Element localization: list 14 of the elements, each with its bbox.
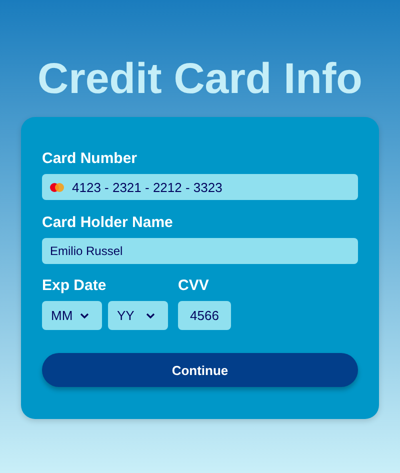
field-label: CVV <box>178 277 209 294</box>
card-brand-icon <box>50 182 64 192</box>
date-dropdown[interactable]: YY <box>108 301 168 330</box>
card-holder-field[interactable]: Emilio Russel <box>42 238 358 264</box>
field-label: Card Holder Name <box>42 214 173 231</box>
card-number-field[interactable]: 4123 - 2321 - 2212 - 3323 <box>42 174 358 200</box>
continue-button[interactable]: Continue <box>42 353 358 387</box>
field-label: Exp Date <box>42 277 106 294</box>
page-title: Credit Card Info <box>36 58 364 101</box>
chevron-down-icon <box>80 312 89 318</box>
cvv-field[interactable]: 4566 <box>178 301 231 330</box>
chevron-down-icon <box>146 312 155 318</box>
field-label: Card Number <box>42 150 138 167</box>
date-dropdown[interactable]: MM <box>42 301 102 330</box>
